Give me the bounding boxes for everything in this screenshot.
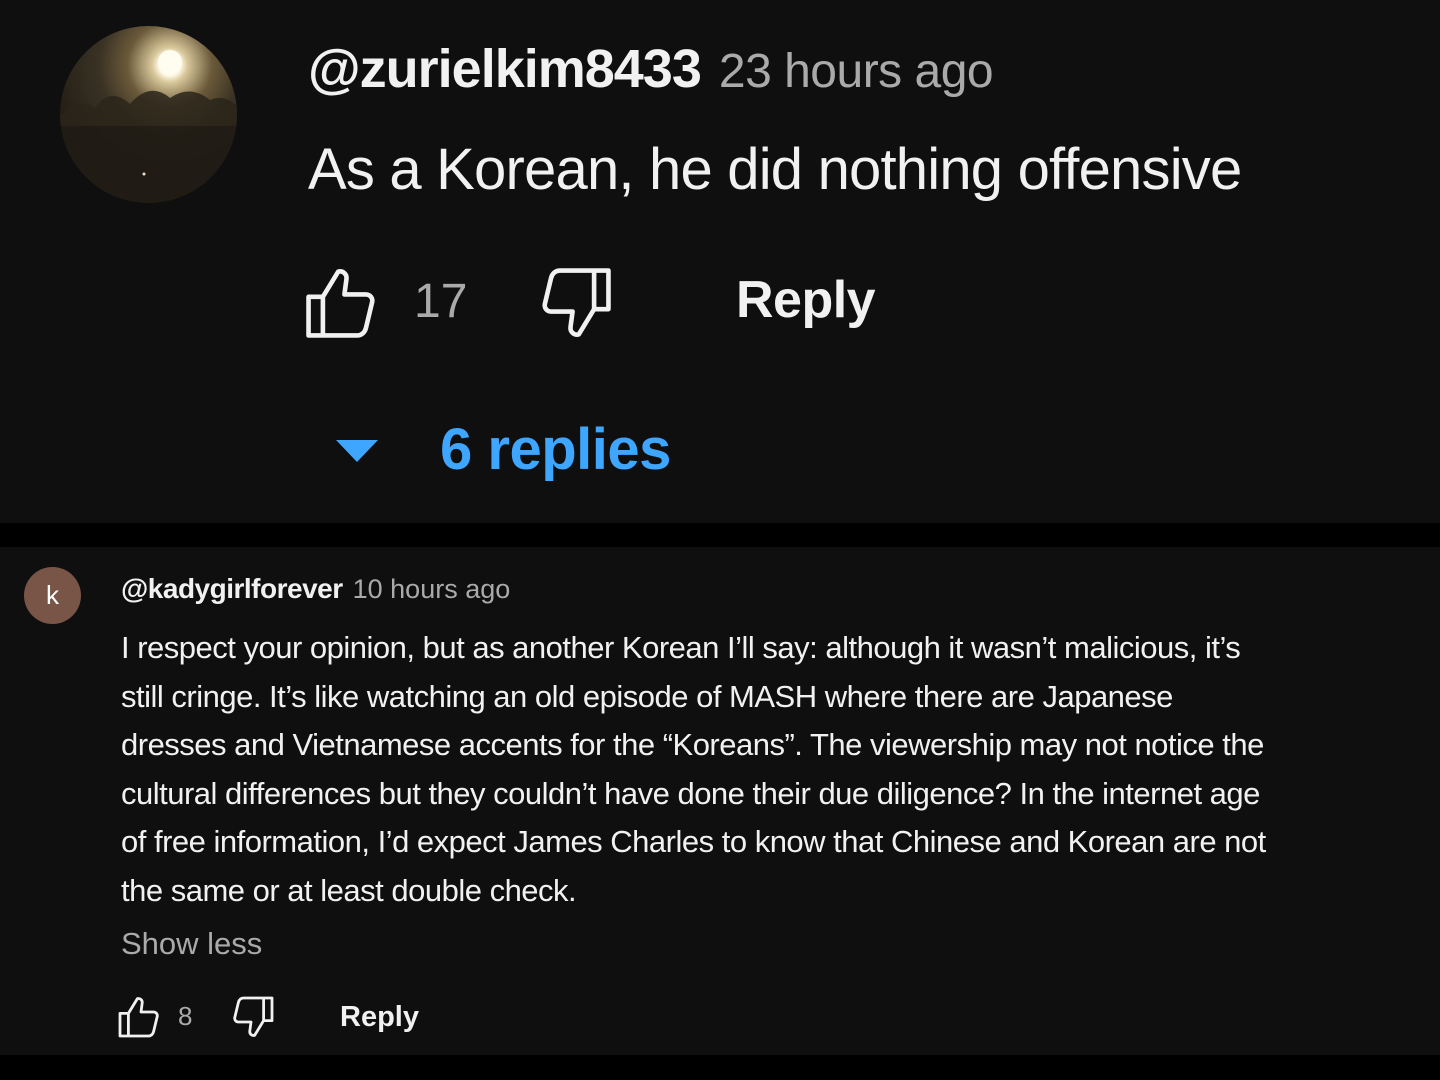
comment-text: As a Korean, he did nothing offensive bbox=[308, 137, 1242, 202]
like-button[interactable] bbox=[114, 993, 164, 1041]
dislike-button[interactable] bbox=[228, 993, 278, 1041]
reply-header: @kadygirlforever 10 hours ago bbox=[121, 573, 510, 605]
commenter-avatar[interactable] bbox=[60, 26, 237, 203]
reply-actions: 8 Reply bbox=[114, 993, 514, 1041]
reply-avatar[interactable]: k bbox=[24, 567, 81, 624]
reply-text: I respect your opinion, but as another K… bbox=[121, 624, 1421, 915]
reply-timestamp[interactable]: 10 hours ago bbox=[353, 574, 511, 605]
top-comment: @zurielkim8433 23 hours ago As a Korean,… bbox=[0, 0, 1440, 523]
reply-text-line: I respect your opinion, but as another K… bbox=[121, 630, 1241, 665]
reply-comment: k @kadygirlforever 10 hours ago I respec… bbox=[0, 547, 1440, 1055]
reply-text-line: dresses and Vietnamese accents for the “… bbox=[121, 727, 1264, 762]
section-divider bbox=[0, 523, 1440, 547]
like-count: 8 bbox=[178, 1001, 193, 1031]
dislike-button[interactable] bbox=[532, 262, 620, 344]
comment-header: @zurielkim8433 23 hours ago bbox=[308, 38, 994, 100]
like-button[interactable] bbox=[298, 262, 384, 344]
bottom-edge bbox=[0, 1055, 1440, 1080]
comment-actions: 17 Reply bbox=[298, 262, 998, 344]
reply-button[interactable]: Reply bbox=[736, 270, 876, 330]
reply-button[interactable]: Reply bbox=[340, 1001, 419, 1034]
reply-handle[interactable]: @kadygirlforever bbox=[121, 573, 343, 605]
replies-count-label: 6 replies bbox=[440, 416, 671, 482]
commenter-handle[interactable]: @zurielkim8433 bbox=[308, 38, 702, 100]
reply-text-line: of free information, I’d expect James Ch… bbox=[121, 824, 1266, 859]
like-count: 17 bbox=[414, 275, 468, 328]
reply-text-line: cultural differences but they couldn’t h… bbox=[121, 775, 1260, 811]
reply-text-line: still cringe. It’s like watching an old … bbox=[121, 678, 1173, 714]
reply-text-line: the same or at least double check. bbox=[121, 872, 577, 908]
comment-timestamp[interactable]: 23 hours ago bbox=[719, 44, 994, 99]
view-replies-toggle[interactable]: 6 replies bbox=[336, 414, 736, 484]
thumbs-up-icon bbox=[118, 997, 159, 1038]
avatar-photo-icon bbox=[60, 50, 237, 203]
thumbs-down-icon bbox=[542, 268, 611, 337]
show-less-button[interactable]: Show less bbox=[121, 926, 262, 962]
expand-triangle-icon bbox=[336, 440, 378, 462]
thumbs-down-icon bbox=[233, 996, 274, 1037]
thumbs-up-icon bbox=[306, 269, 375, 338]
